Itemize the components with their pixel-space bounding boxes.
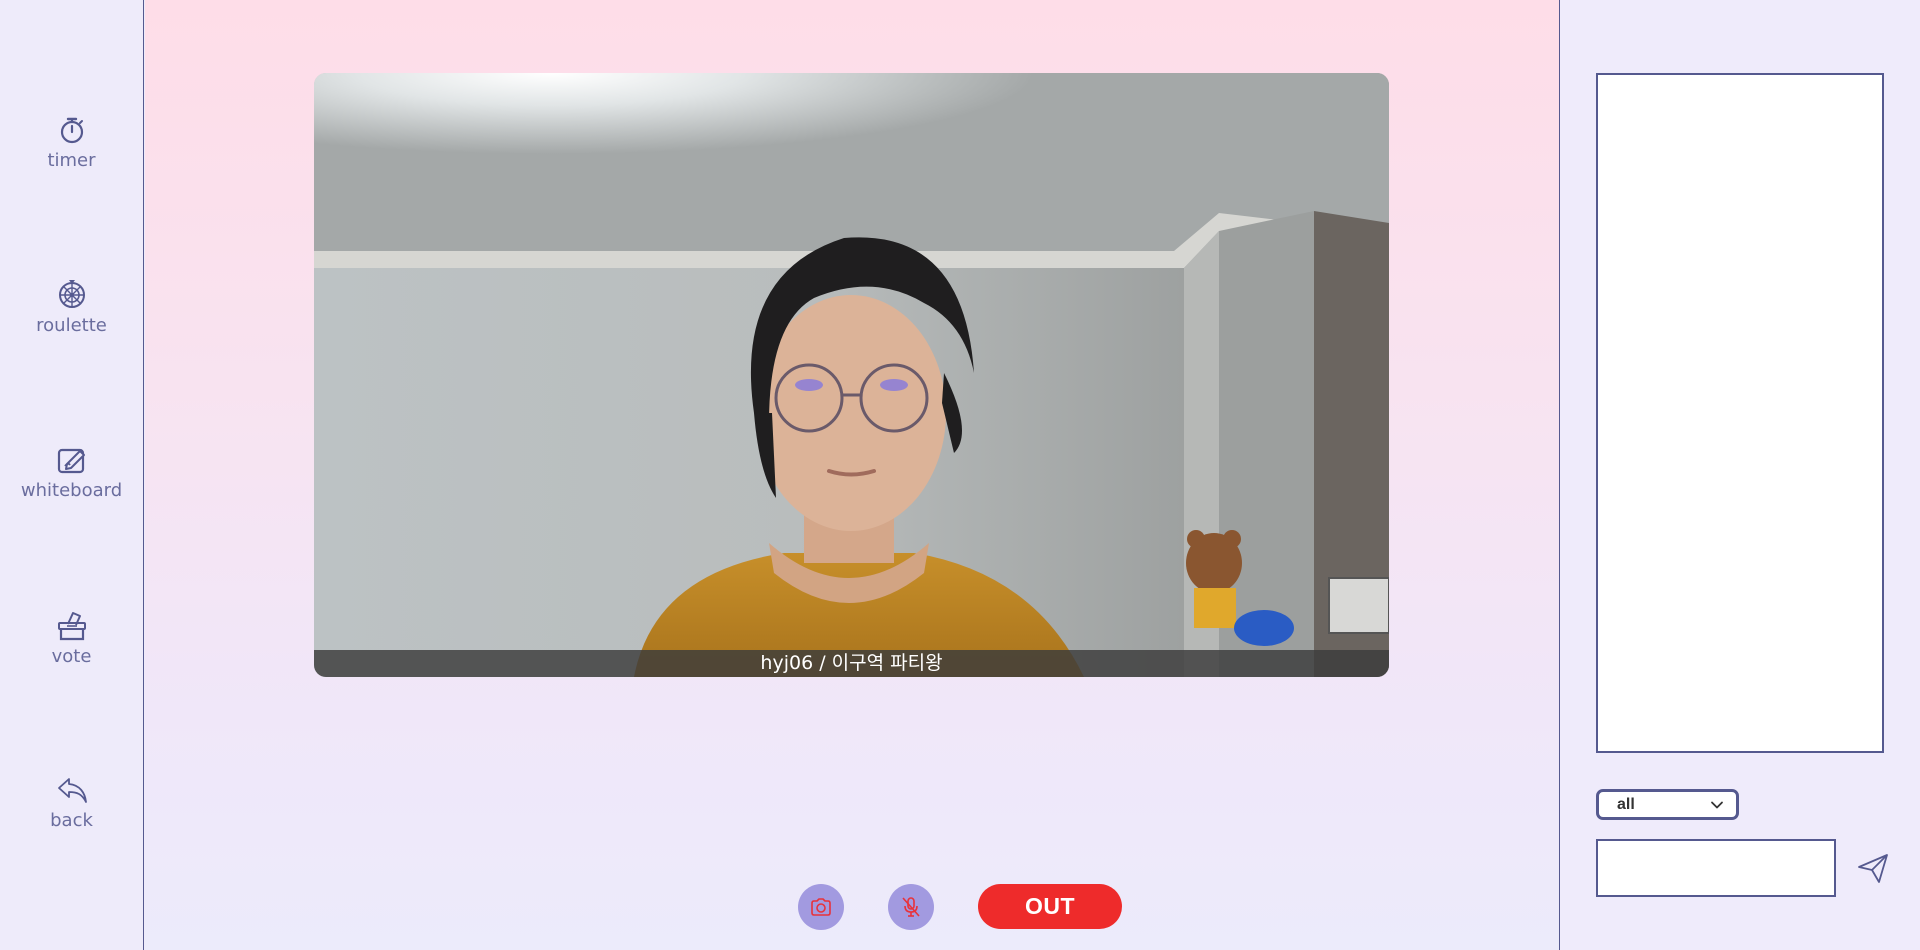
camera-icon <box>811 898 831 916</box>
microphone-toggle-button[interactable] <box>888 884 934 930</box>
video-stage: hyj06 / 이구역 파티왕 OUT <box>145 0 1559 950</box>
ballot-box-icon <box>57 612 86 641</box>
webcam-feed <box>314 73 1389 677</box>
sidebar-item-timer[interactable]: timer <box>0 114 143 171</box>
roulette-wheel-icon <box>58 280 85 308</box>
chat-panel: all <box>1559 0 1920 950</box>
chevron-down-icon <box>1711 801 1723 808</box>
sidebar-item-vote[interactable]: vote <box>0 610 143 667</box>
participant-video: hyj06 / 이구역 파티왕 <box>314 73 1389 677</box>
sidebar-item-back[interactable]: back <box>0 774 143 831</box>
chat-message-input[interactable] <box>1596 839 1836 897</box>
stopwatch-icon <box>60 117 83 144</box>
chat-message-log[interactable] <box>1596 73 1884 753</box>
sidebar-item-label: timer <box>47 150 96 171</box>
reply-arrow-icon <box>57 778 87 803</box>
send-paper-plane-icon <box>1858 854 1888 883</box>
sidebar-item-label: roulette <box>36 315 107 336</box>
chat-recipient-value: all <box>1617 795 1635 813</box>
sidebar-item-whiteboard[interactable]: whiteboard <box>0 444 143 501</box>
chat-recipient-select[interactable]: all <box>1596 789 1739 820</box>
participant-name-caption: hyj06 / 이구역 파티왕 <box>314 650 1389 677</box>
send-message-button[interactable] <box>1856 851 1890 885</box>
leave-room-button[interactable]: OUT <box>978 884 1122 929</box>
tool-sidebar: timer roulette whiteboard vote back <box>0 0 144 950</box>
microphone-icon <box>902 897 920 917</box>
camera-toggle-button[interactable] <box>798 884 844 930</box>
edit-board-icon <box>57 448 85 474</box>
sidebar-item-label: back <box>50 810 93 831</box>
sidebar-item-roulette[interactable]: roulette <box>0 279 143 336</box>
sidebar-item-label: vote <box>51 646 92 667</box>
sidebar-item-label: whiteboard <box>20 480 123 501</box>
